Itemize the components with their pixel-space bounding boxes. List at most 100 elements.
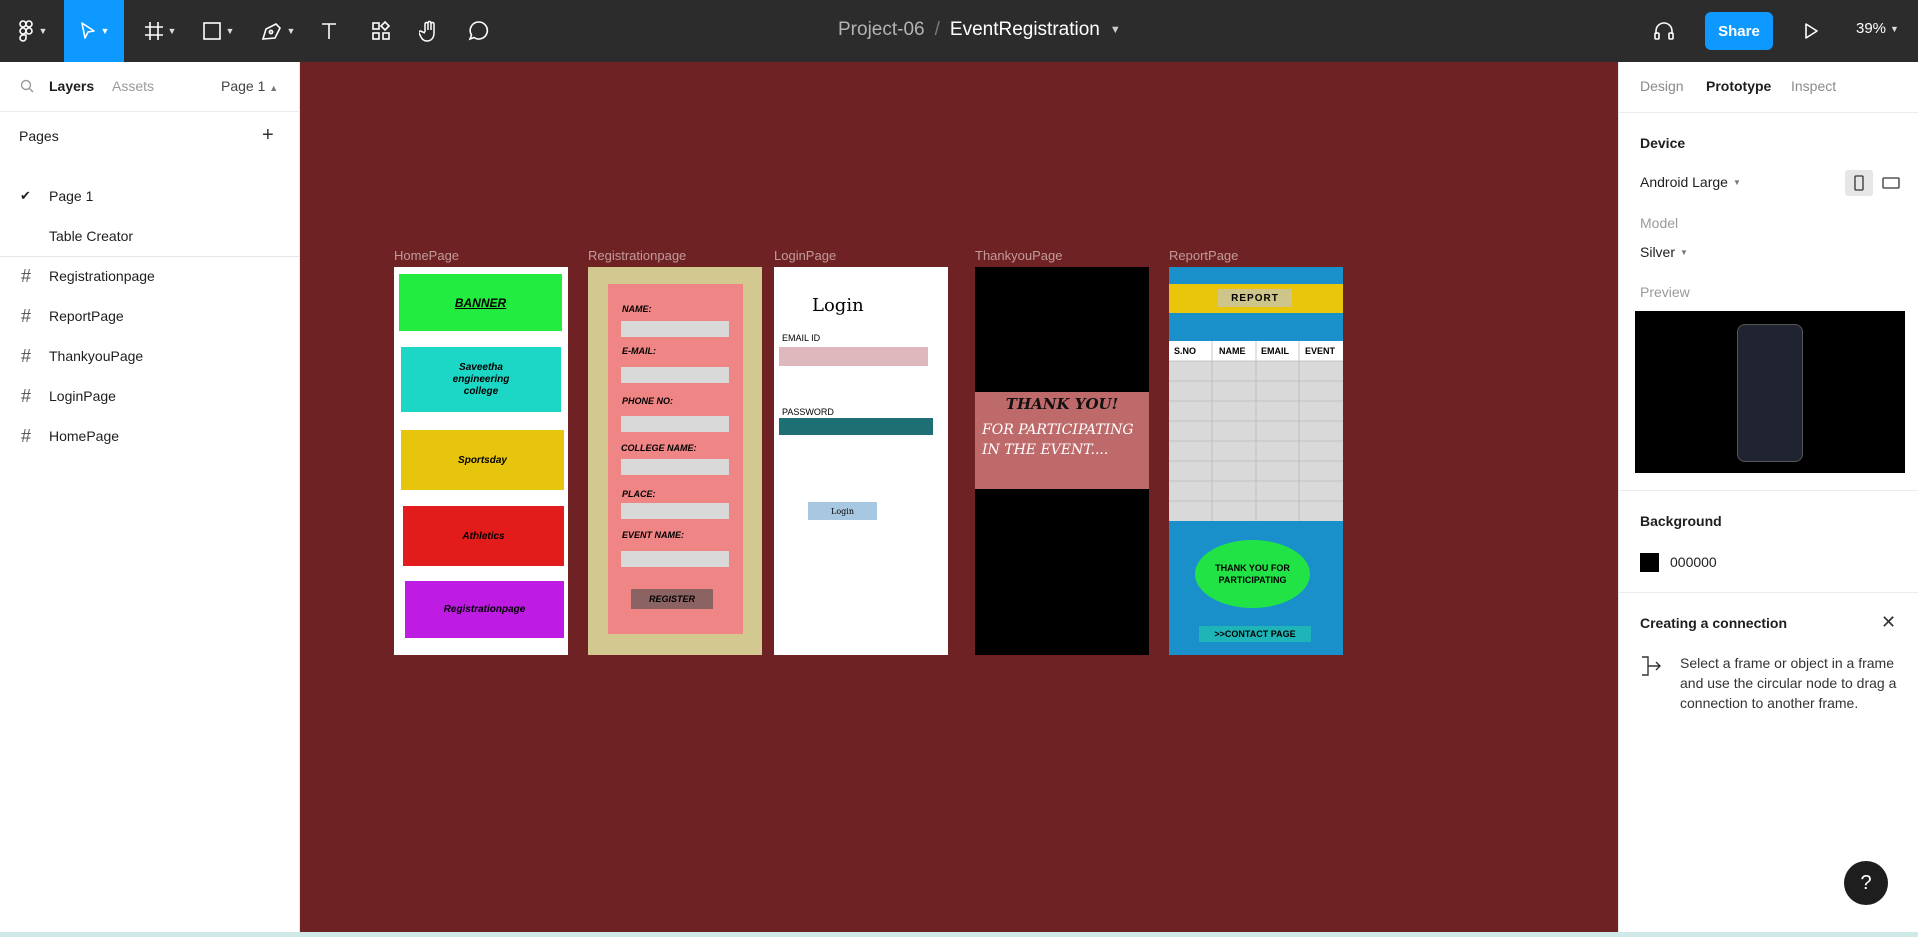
frame-label-loginpage[interactable]: LoginPage <box>774 248 836 263</box>
tab-inspect[interactable]: Inspect <box>1791 78 1836 94</box>
chevron-down-icon[interactable]: ▼ <box>1110 24 1121 36</box>
chevron-up-icon: ▲ <box>269 83 279 93</box>
left-panel-tabs: Layers Assets Page 1 ▲ <box>0 62 300 112</box>
hand-tool-button[interactable] <box>414 0 444 62</box>
preview-label: Preview <box>1640 284 1690 300</box>
layer-item-thankyoupage[interactable]: # ThankyouPage <box>0 336 300 376</box>
file-title[interactable]: Project-06 / EventRegistration ▼ <box>838 19 1121 41</box>
resources-icon <box>371 21 391 41</box>
figma-menu-icon <box>18 20 35 42</box>
frame-homepage[interactable]: BANNER Saveetha engineering college Spor… <box>394 267 568 655</box>
page-item-page-1[interactable]: ✔ Page 1 <box>0 176 300 216</box>
left-panel: Layers Assets Page 1 ▲ Pages + ✔ Page 1 … <box>0 62 300 932</box>
phone-mockup <box>1737 324 1803 462</box>
home-banner: BANNER <box>399 274 562 331</box>
layer-item-registrationpage[interactable]: # Registrationpage <box>0 256 300 296</box>
frame-label-registrationpage[interactable]: Registrationpage <box>588 248 686 263</box>
frame-label-homepage[interactable]: HomePage <box>394 248 459 263</box>
page-item-table-creator[interactable]: Table Creator <box>0 216 300 256</box>
chevron-down-icon: ▼ <box>38 26 48 36</box>
chevron-down-icon: ▼ <box>1890 23 1899 34</box>
panel-divider <box>1619 490 1918 491</box>
frame-tool-button[interactable]: ▼ <box>138 0 182 62</box>
login-title: Login <box>812 295 864 316</box>
frame-icon: # <box>21 425 32 446</box>
background-hex-input[interactable]: 000000 <box>1670 554 1717 570</box>
layer-label: ThankyouPage <box>49 348 144 364</box>
tab-assets[interactable]: Assets <box>112 78 154 94</box>
chevron-down-icon: ▼ <box>286 26 296 36</box>
home-athletics-box: Athletics <box>403 506 564 566</box>
pen-icon <box>261 21 283 41</box>
frame-icon: # <box>21 385 32 406</box>
check-icon: ✔ <box>20 188 31 203</box>
background-swatch[interactable] <box>1640 553 1659 572</box>
frame-thankyoupage[interactable]: THANK YOU! FOR PARTICIPATING IN THE EVEN… <box>975 267 1149 655</box>
pages-header: Pages <box>19 128 59 144</box>
audio-button[interactable] <box>1648 0 1680 62</box>
frame-label-thankyoupage[interactable]: ThankyouPage <box>975 248 1062 263</box>
home-sportsday-box: Sportsday <box>401 430 564 490</box>
move-tool-button[interactable]: ▼ <box>64 0 124 62</box>
present-button[interactable] <box>1796 0 1826 62</box>
file-name[interactable]: EventRegistration <box>950 19 1100 41</box>
frame-icon: # <box>21 265 32 286</box>
device-preview <box>1635 311 1905 473</box>
comment-tool-button[interactable] <box>464 0 494 62</box>
thankyou-bubble: THANK YOU FOR PARTICIPATING <box>1195 540 1310 608</box>
tab-prototype[interactable]: Prototype <box>1706 78 1771 94</box>
device-value: Android Large <box>1640 174 1728 190</box>
field-label-place: PLACE: <box>622 489 656 499</box>
device-select[interactable]: Android Large ▼ <box>1640 174 1741 190</box>
add-page-icon[interactable]: + <box>262 125 274 145</box>
frame-icon: # <box>21 305 32 326</box>
layer-item-reportpage[interactable]: # ReportPage <box>0 296 300 336</box>
tab-design[interactable]: Design <box>1640 78 1684 94</box>
frame-reportpage[interactable]: REPORT S.NO NAME EMAIL EVENT THANK YOU F… <box>1169 267 1343 655</box>
play-icon <box>1803 22 1819 40</box>
canvas[interactable]: HomePage BANNER Saveetha engineering col… <box>300 62 1618 932</box>
main-menu-button[interactable]: ▼ <box>12 0 54 62</box>
comment-icon <box>468 20 490 42</box>
frame-loginpage[interactable]: Login EMAIL ID PASSWORD Login <box>774 267 948 655</box>
right-panel: Design Prototype Inspect Device Android … <box>1618 62 1918 932</box>
landscape-toggle[interactable] <box>1877 170 1905 196</box>
model-select[interactable]: Silver ▼ <box>1640 244 1688 260</box>
email-input <box>621 367 729 383</box>
toolbar: ▼ ▼ ▼ ▼ ▼ Project-06 / EventRegistration… <box>0 0 1918 62</box>
report-table: S.NO NAME EMAIL EVENT <box>1169 341 1343 521</box>
search-icon[interactable] <box>20 79 34 93</box>
portrait-icon <box>1854 175 1864 191</box>
project-name[interactable]: Project-06 <box>838 19 925 41</box>
resources-button[interactable] <box>366 0 396 62</box>
layer-item-homepage[interactable]: # HomePage <box>0 416 300 456</box>
share-button[interactable]: Share <box>1705 12 1773 50</box>
shape-tool-button[interactable]: ▼ <box>196 0 240 62</box>
text-tool-button[interactable] <box>314 0 344 62</box>
connection-header: Creating a connection <box>1640 615 1788 631</box>
hand-icon <box>419 20 439 42</box>
portrait-toggle[interactable] <box>1845 170 1873 196</box>
chevron-down-icon: ▼ <box>1732 177 1741 187</box>
report-button: REPORT <box>1218 289 1292 307</box>
zoom-control[interactable]: 39% ▼ <box>1856 20 1899 37</box>
layer-item-loginpage[interactable]: # LoginPage <box>0 376 300 416</box>
frame-label-reportpage[interactable]: ReportPage <box>1169 248 1238 263</box>
pen-tool-button[interactable]: ▼ <box>256 0 300 62</box>
model-value: Silver <box>1640 244 1676 260</box>
background-header: Background <box>1640 513 1722 529</box>
chevron-down-icon: ▼ <box>225 26 235 36</box>
thankyou-banner: THANK YOU! FOR PARTICIPATING IN THE EVEN… <box>975 392 1149 489</box>
close-icon[interactable]: ✕ <box>1881 612 1896 633</box>
help-button[interactable]: ? <box>1844 861 1888 905</box>
tab-layers[interactable]: Layers <box>49 78 94 94</box>
field-label-email: E-MAIL: <box>622 346 656 356</box>
field-label-name: NAME: <box>622 304 652 314</box>
password-field <box>779 418 933 435</box>
event-input <box>621 551 729 567</box>
zoom-level: 39% <box>1856 20 1887 37</box>
frame-registrationpage[interactable]: NAME: E-MAIL: PHONE NO: COLLEGE NAME: PL… <box>588 267 762 655</box>
page-selector[interactable]: Page 1 ▲ <box>221 78 278 94</box>
layer-label: Registrationpage <box>49 268 155 284</box>
thankyou-line1: THANK YOU! <box>1005 395 1119 413</box>
